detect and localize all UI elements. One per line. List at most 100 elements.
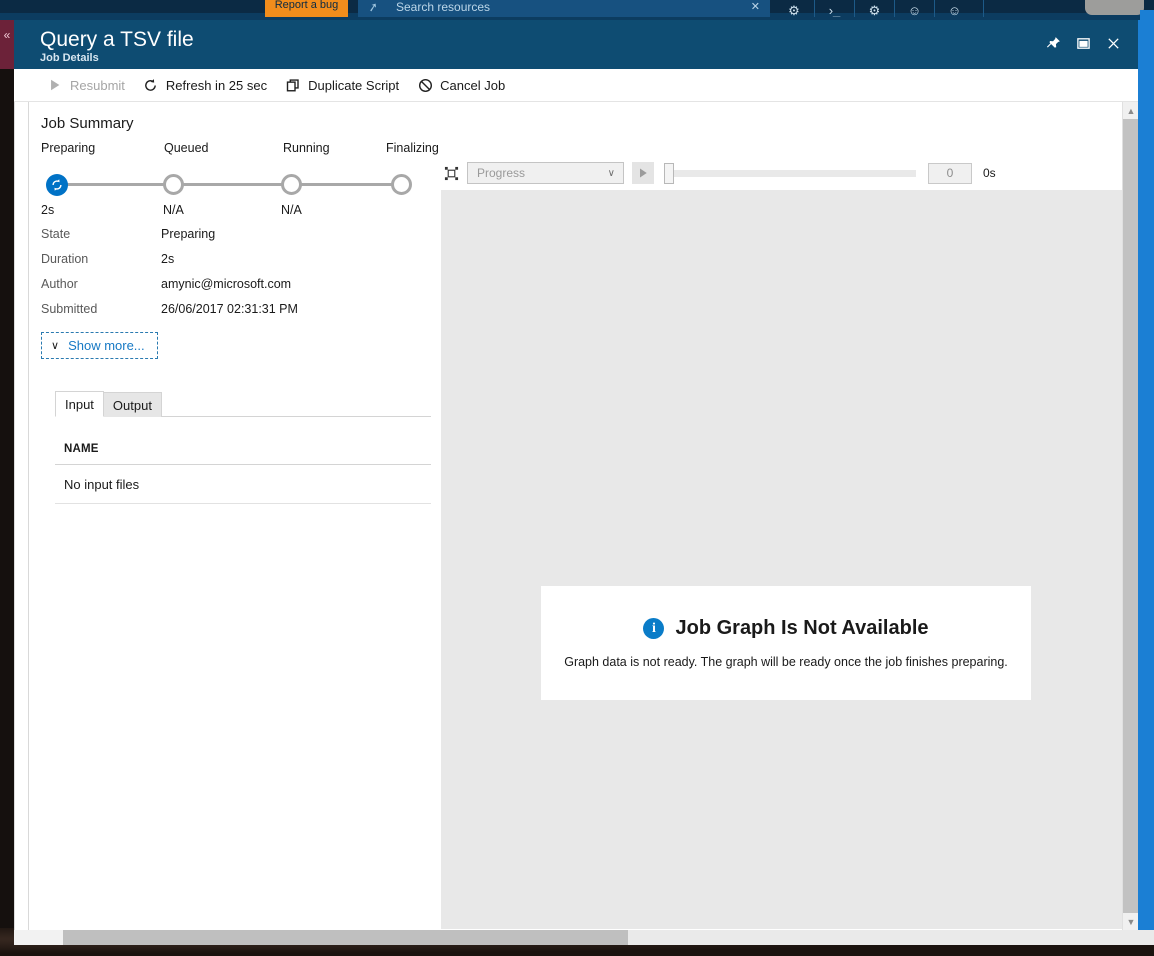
- job-detail-list: State Preparing Duration 2s Author amyni…: [41, 221, 431, 321]
- command-bar: Resubmit Refresh in 25 sec Duplicate Scr…: [14, 69, 1138, 102]
- cancel-job-button[interactable]: Cancel Job: [410, 69, 516, 102]
- close-icon: [1107, 37, 1119, 49]
- detail-row-author: Author amynic@microsoft.com: [41, 271, 431, 296]
- step-time-running: N/A: [281, 203, 302, 217]
- account-chip[interactable]: [1085, 0, 1144, 15]
- pin-blade-button[interactable]: [1038, 28, 1068, 58]
- graph-message-body: Graph data is not ready. The graph will …: [564, 655, 1008, 669]
- detail-key-submitted: Submitted: [41, 301, 98, 316]
- horizontal-scroll-thumb[interactable]: [63, 930, 628, 945]
- job-summary-title: Job Summary: [41, 115, 134, 132]
- slider-rail: [673, 169, 916, 177]
- hscroll-track-left[interactable]: [14, 930, 63, 945]
- portal-topbar-icon-group: ⚙ ›_ ⚙ ☺ ☺: [774, 0, 984, 17]
- detail-value-submitted: 26/06/2017 02:31:31 PM: [161, 301, 298, 316]
- screen-root: Report a bug ➚ Search resources ✕ ⚙ ›_ ⚙…: [0, 0, 1154, 956]
- report-a-bug-button[interactable]: Report a bug: [265, 0, 348, 17]
- detail-key-author: Author: [41, 276, 78, 291]
- play-button[interactable]: [632, 162, 654, 184]
- blade-header: Query a TSV file Job Details: [14, 20, 1138, 69]
- collapse-blade-button[interactable]: «: [0, 20, 14, 69]
- step-label-preparing: Preparing: [41, 141, 96, 155]
- search-icon: ➚: [366, 0, 380, 15]
- global-search-input[interactable]: Search resources: [396, 1, 490, 13]
- detail-value-state: Preparing: [161, 226, 216, 241]
- cancel-job-label: Cancel Job: [440, 77, 506, 93]
- portal-rail-corner: [1140, 10, 1154, 20]
- job-graph-pane: i Job Graph Is Not Available Graph data …: [441, 190, 1129, 929]
- duplicate-script-button[interactable]: Duplicate Script: [278, 69, 410, 102]
- graph-message-title-row: i Job Graph Is Not Available: [643, 617, 929, 640]
- blade-header-actions: [1038, 28, 1128, 58]
- step-node-queued[interactable]: [163, 174, 184, 195]
- help-icon[interactable]: ☺: [894, 0, 934, 17]
- playback-slider[interactable]: [664, 162, 916, 184]
- portal-right-rail: [1138, 20, 1154, 930]
- refresh-icon: [143, 77, 159, 93]
- graph-message-title: Job Graph Is Not Available: [675, 617, 929, 639]
- portal-horizontal-scrollbar[interactable]: [14, 930, 1154, 945]
- body-left-divider: [28, 102, 29, 930]
- graph-unavailable-message: i Job Graph Is Not Available Graph data …: [541, 586, 1031, 700]
- global-search-box[interactable]: ➚ Search resources ✕: [358, 0, 770, 17]
- tab-output[interactable]: Output: [103, 392, 162, 417]
- job-summary-section: Job Summary Preparing Queued Running Fin…: [41, 114, 439, 359]
- stepper-track: [57, 183, 401, 186]
- maximize-blade-button[interactable]: [1068, 28, 1098, 58]
- progress-select[interactable]: Progress ∨: [467, 162, 624, 184]
- table-row: No input files: [55, 465, 431, 504]
- job-progress-stepper: Preparing Queued Running Finalizing 2s N…: [41, 141, 439, 217]
- detail-value-author: amynic@microsoft.com: [161, 276, 292, 291]
- vertical-scroll-thumb[interactable]: [1123, 119, 1139, 913]
- step-node-preparing[interactable]: [46, 174, 68, 196]
- show-more-button[interactable]: ∨ Show more...: [41, 332, 158, 359]
- slider-thumb[interactable]: [664, 163, 674, 184]
- cloud-shell-icon[interactable]: ›_: [814, 0, 854, 17]
- resubmit-label: Resubmit: [70, 77, 125, 93]
- step-label-running: Running: [283, 141, 330, 155]
- tab-input-label: Input: [65, 396, 94, 412]
- detail-row-submitted: Submitted 26/06/2017 02:31:31 PM: [41, 296, 431, 321]
- blade-vertical-scrollbar[interactable]: ▲ ▼: [1122, 102, 1139, 930]
- tab-output-label: Output: [112, 397, 152, 413]
- feedback-icon[interactable]: ☺: [934, 0, 974, 17]
- page-title: Query a TSV file: [40, 28, 194, 51]
- duplicate-script-label: Duplicate Script: [308, 77, 400, 93]
- page-subtitle: Job Details: [40, 52, 99, 64]
- scroll-up-arrow-icon[interactable]: ▲: [1123, 102, 1139, 119]
- chevron-down-icon: ∨: [51, 340, 60, 352]
- show-more-label: Show more...: [68, 338, 145, 353]
- settings-gear-icon[interactable]: ⚙: [854, 0, 894, 17]
- step-node-running[interactable]: [281, 174, 302, 195]
- blade-body: Job Summary Preparing Queued Running Fin…: [14, 102, 1139, 930]
- tab-input[interactable]: Input: [55, 391, 104, 417]
- sync-icon: [52, 179, 62, 191]
- topbar-divider: [983, 0, 984, 17]
- pin-icon: [1046, 36, 1060, 48]
- step-node-finalizing[interactable]: [391, 174, 412, 195]
- step-number-field[interactable]: 0: [928, 162, 972, 184]
- step-time-queued: N/A: [163, 203, 184, 217]
- play-triangle-icon: [47, 77, 63, 93]
- clear-icon[interactable]: ✕: [751, 1, 760, 13]
- step-label-finalizing: Finalizing: [386, 141, 439, 155]
- play-icon: [640, 168, 647, 178]
- detail-value-duration: 2s: [161, 251, 175, 266]
- info-icon: i: [643, 618, 665, 639]
- notifications-icon[interactable]: ⚙: [774, 0, 814, 17]
- refresh-button[interactable]: Refresh in 25 sec: [136, 69, 278, 102]
- maximize-icon: [1076, 37, 1090, 49]
- resubmit-button[interactable]: Resubmit: [40, 69, 136, 102]
- scroll-down-arrow-icon[interactable]: ▼: [1123, 913, 1139, 930]
- refresh-label: Refresh in 25 sec: [165, 77, 268, 93]
- empty-state-text: No input files: [64, 476, 140, 492]
- column-header-name: NAME: [64, 443, 99, 455]
- detail-key-duration: Duration: [41, 251, 89, 266]
- fit-to-screen-icon[interactable]: [441, 163, 461, 183]
- duplicate-icon: [285, 77, 301, 93]
- step-number-value: 0: [946, 166, 954, 180]
- detail-key-state: State: [41, 226, 71, 241]
- close-blade-button[interactable]: [1098, 28, 1128, 58]
- elapsed-time-label: 0s: [983, 166, 996, 180]
- step-time-preparing: 2s: [41, 203, 55, 217]
